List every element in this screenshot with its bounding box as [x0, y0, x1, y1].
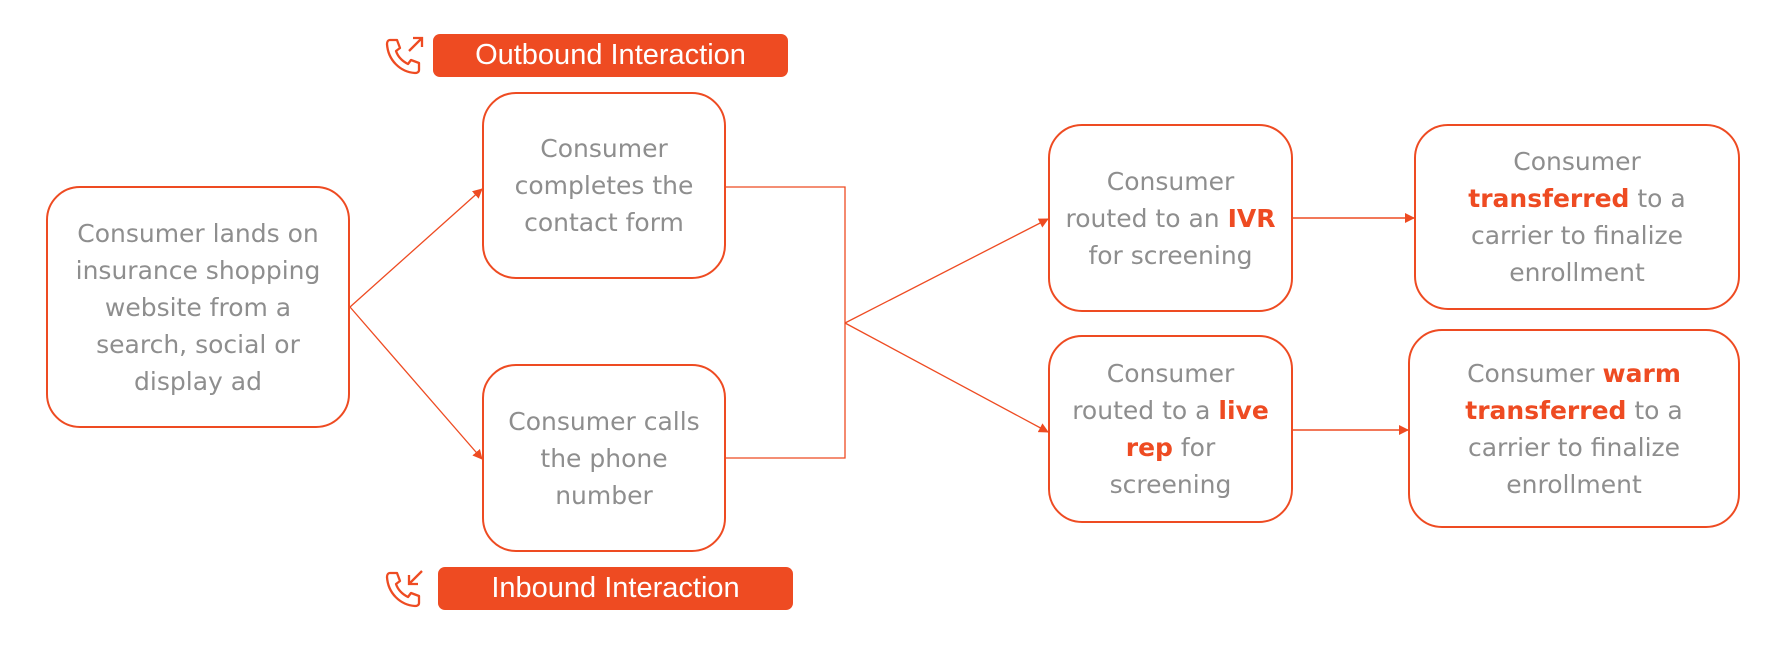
node-calls-phone: Consumer calls the phone number [482, 364, 726, 552]
edge-form-merge [726, 186, 846, 459]
node-text-part: Consumer routed to an [1065, 166, 1235, 233]
node-routed-live-rep: Consumer routed to a live rep for screen… [1048, 335, 1293, 523]
node-text-part: Consumer calls the phone number [508, 406, 700, 510]
node-text: Consumer routed to an IVR for screening [1064, 163, 1277, 274]
highlight-text: IVR [1227, 203, 1276, 233]
node-text-part: Consumer routed to a [1072, 359, 1235, 425]
node-text-part: Consumer [1467, 358, 1603, 388]
node-transferred: Consumer transferred to a carrier to fin… [1414, 124, 1740, 310]
outbound-interaction-label: Outbound Interaction [433, 34, 788, 77]
node-text-part: Consumer completes the contact form [514, 134, 694, 237]
node-text-part: Consumer [1513, 147, 1641, 176]
node-start: Consumer lands on insurance shopping web… [46, 186, 350, 428]
edge-merge-ivr [844, 218, 1049, 324]
outbound-interaction-text: Outbound Interaction [475, 39, 746, 71]
node-routed-ivr: Consumer routed to an IVR for screening [1048, 124, 1293, 312]
node-text: Consumer completes the contact form [498, 130, 710, 241]
node-text: Consumer lands on insurance shopping web… [62, 215, 334, 400]
highlight-text: transferred [1468, 184, 1630, 213]
phone-incoming-icon [385, 570, 423, 608]
node-text: Consumer transferred to a carrier to fin… [1430, 143, 1724, 291]
node-text: Consumer calls the phone number [498, 403, 710, 514]
node-text-part: for screening [1088, 240, 1253, 270]
node-text: Consumer routed to a live rep for screen… [1064, 355, 1277, 503]
node-contact-form: Consumer completes the contact form [482, 92, 726, 279]
node-text: Consumer warm transferred to a carrier t… [1424, 355, 1724, 503]
node-warm-transferred: Consumer warm transferred to a carrier t… [1408, 329, 1740, 528]
edge-start-form [349, 188, 483, 308]
edge-start-call [349, 306, 483, 460]
node-text-part: Consumer lands on insurance shopping web… [75, 218, 321, 396]
phone-outgoing-icon [385, 36, 424, 75]
edge-merge-rep [844, 322, 1049, 433]
inbound-interaction-text: Inbound Interaction [491, 572, 740, 604]
inbound-interaction-label: Inbound Interaction [438, 567, 793, 610]
